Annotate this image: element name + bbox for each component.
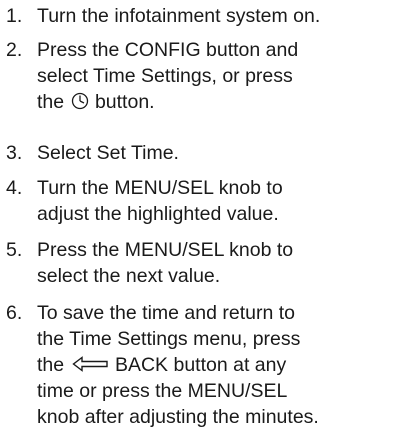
step-number: 1. [6, 5, 23, 27]
step-line: the button. [37, 89, 395, 115]
step-text: To save the time and return to the Time … [37, 300, 395, 430]
step-line-part: BACK button at any [114, 354, 287, 376]
step-line: knob after adjusting the minutes. [37, 406, 319, 428]
step-line: Turn the infotainment system on. [37, 5, 321, 27]
step-line: Press the MENU/SEL knob to [37, 239, 294, 261]
step-line: Select Set Time. [37, 142, 179, 164]
step-line: time or press the MENU/SEL [37, 380, 288, 402]
step-line: To save the time and return to [37, 302, 295, 324]
step-line: select Time Settings, or press [37, 65, 293, 87]
step-line-part: the [37, 91, 65, 113]
step-line: adjust the highlighted value. [37, 203, 279, 225]
step-text: Turn the MENU/SEL knob to adjust the hig… [37, 175, 395, 227]
back-arrow-icon [71, 356, 108, 372]
step-line: select the next value. [37, 265, 221, 287]
step-text: Press the MENU/SEL knob to select the ne… [37, 237, 395, 289]
step-text: Select Set Time. [37, 140, 395, 166]
step-line: the Time Settings menu, press [37, 328, 301, 350]
step-line: the BACK button at any [37, 352, 395, 378]
step-line-part: the [37, 354, 65, 376]
step-number: 5. [6, 239, 23, 261]
step-number: 2. [6, 39, 23, 61]
clock-icon [71, 92, 88, 110]
step-text: Turn the infotainment system on. [37, 3, 395, 29]
step-number: 4. [6, 177, 23, 199]
step-line: Press the CONFIG button and [37, 39, 299, 61]
step-number: 6. [6, 302, 23, 324]
step-number: 3. [6, 142, 23, 164]
step-line: Turn the MENU/SEL knob to [37, 177, 283, 199]
step-text: Press the CONFIG button and select Time … [37, 37, 395, 115]
step-line-part: button. [94, 91, 155, 113]
